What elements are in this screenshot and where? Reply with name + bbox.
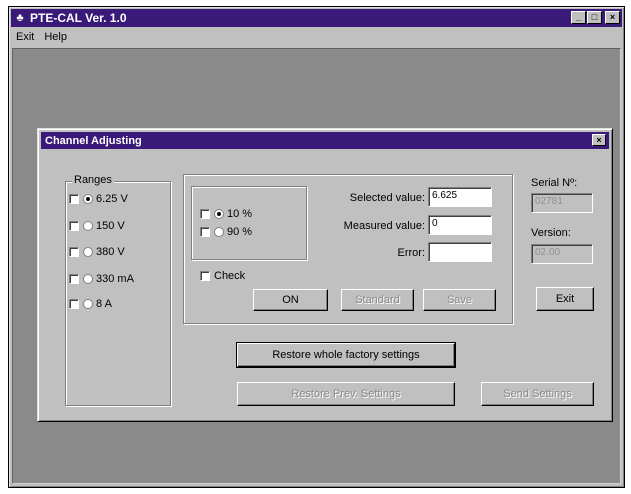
range-checkbox-6v25[interactable] [69,194,79,204]
range-radio-6v25[interactable] [83,194,93,204]
ranges-group-label: Ranges [72,174,114,186]
range-label-330ma: 330 mA [96,273,134,285]
range-radio-330ma[interactable] [83,274,93,284]
selected-value-label: Selected value: [349,192,425,204]
window-controls: _ □ × [571,11,620,24]
range-row-380v: 380 V [69,246,125,258]
dialog-title: Channel Adjusting [45,134,142,147]
range-checkbox-330ma[interactable] [69,274,79,284]
error-field[interactable] [428,242,492,262]
range-radio-8a[interactable] [83,299,93,309]
percent-checkbox-10[interactable] [200,209,210,219]
range-row-330ma: 330 mA [69,273,134,285]
title-bar[interactable]: ♣ PTE-CAL Ver. 1.0 _ □ × [11,9,622,27]
range-label-150v: 150 V [96,220,125,232]
serial-field: 02781 [531,193,593,213]
error-label: Error: [397,247,426,259]
measured-value-label: Measured value: [343,220,425,232]
restore-factory-button[interactable]: Restore whole factory settings [236,342,456,368]
percent-row-90: 90 % [200,226,252,238]
send-settings-button[interactable]: Send Settings [481,382,594,406]
menu-bar: Exit Help [11,28,622,46]
menu-exit[interactable]: Exit [11,31,39,43]
measured-value-field[interactable]: 0 [428,215,492,235]
ranges-group: Ranges [65,174,171,406]
range-label-8a: 8 A [96,298,112,310]
range-row-8a: 8 A [69,298,112,310]
range-label-6v25: 6.25 V [96,193,128,205]
close-button[interactable]: × [605,11,620,24]
percent-radio-90[interactable] [214,227,224,237]
menu-help[interactable]: Help [39,31,72,43]
percent-group [191,186,307,260]
window-title: PTE-CAL Ver. 1.0 [30,11,127,25]
check-row: Check [200,270,245,282]
range-checkbox-380v[interactable] [69,247,79,257]
version-field: 02.00 [531,244,593,264]
dialog-close-button[interactable]: × [592,134,606,146]
version-label: Version: [531,227,571,239]
range-checkbox-150v[interactable] [69,221,79,231]
selected-value-field[interactable]: 6.625 [428,187,492,207]
app-icon: ♣ [16,12,24,24]
percent-label-90: 90 % [227,226,253,238]
range-label-380v: 380 V [96,246,125,258]
serial-label: Serial Nº: [531,177,578,189]
on-button[interactable]: ON [253,289,328,311]
range-radio-150v[interactable] [83,221,93,231]
range-row-6v25: 6.25 V [69,193,128,205]
restore-prev-button[interactable]: Restore Prev. Settings [237,382,455,406]
percent-radio-10[interactable] [214,209,224,219]
range-row-150v: 150 V [69,220,125,232]
percent-row-10: 10 % [200,208,252,220]
percent-checkbox-90[interactable] [200,227,210,237]
standard-button[interactable]: Standard [341,289,414,311]
channel-adjusting-dialog: Channel Adjusting × Ranges 6.25 V 150 V … [37,128,613,422]
exit-button[interactable]: Exit [536,287,594,311]
check-checkbox[interactable] [200,271,210,281]
save-button[interactable]: Save [423,289,496,311]
percent-label-10: 10 % [227,208,253,220]
maximize-button[interactable]: □ [587,11,602,24]
minimize-button[interactable]: _ [571,11,586,24]
check-label: Check [214,270,246,282]
dialog-title-bar[interactable]: Channel Adjusting × [41,132,609,149]
range-checkbox-8a[interactable] [69,299,79,309]
range-radio-380v[interactable] [83,247,93,257]
